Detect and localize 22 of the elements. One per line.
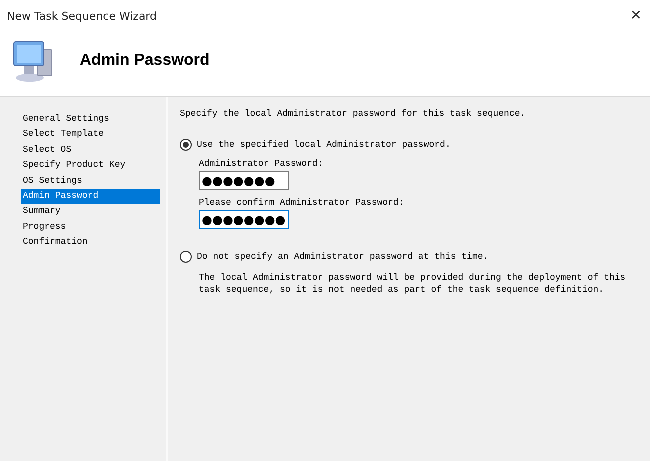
close-button[interactable]: ✕	[630, 8, 642, 24]
wizard-step[interactable]: Select OS	[21, 142, 160, 158]
intro-text: Specify the local Administrator password for this task sequence.	[180, 109, 527, 119]
field-label: Please confirm Administrator Password:	[199, 198, 406, 208]
wizard-step[interactable]: Summary	[21, 204, 160, 220]
wizard-step[interactable]: Specify Product Key	[21, 158, 160, 174]
window-title: New Task Sequence Wizard	[7, 10, 157, 22]
wizard-step[interactable]: Progress	[21, 220, 160, 236]
option-label[interactable]: Use the specified local Administrator password.	[197, 140, 451, 150]
radio-button[interactable]	[180, 139, 192, 151]
wizard-step[interactable]: Select Template	[21, 127, 160, 143]
option-label[interactable]: Do not specify an Administrator password at this time.	[197, 252, 489, 262]
wizard-step[interactable]: Confirmation	[21, 235, 160, 251]
radio-button[interactable]	[180, 251, 192, 263]
wizard-step[interactable]: General Settings	[21, 112, 160, 128]
page-heading: Admin Password	[80, 52, 210, 70]
wizard-step[interactable]: OS Settings	[21, 174, 160, 189]
option-note: The local Administrator password will be provided during the deployment of this task sequence, so it is not needed as part of the task sequence definition.	[198, 272, 627, 296]
field-label: Administrator Password:	[199, 159, 324, 169]
wizard-step[interactable]: Admin Password	[21, 188, 160, 204]
password-field[interactable]: ●●●●●●●●	[199, 210, 289, 229]
password-field[interactable]: ●●●●●●●	[199, 171, 289, 190]
